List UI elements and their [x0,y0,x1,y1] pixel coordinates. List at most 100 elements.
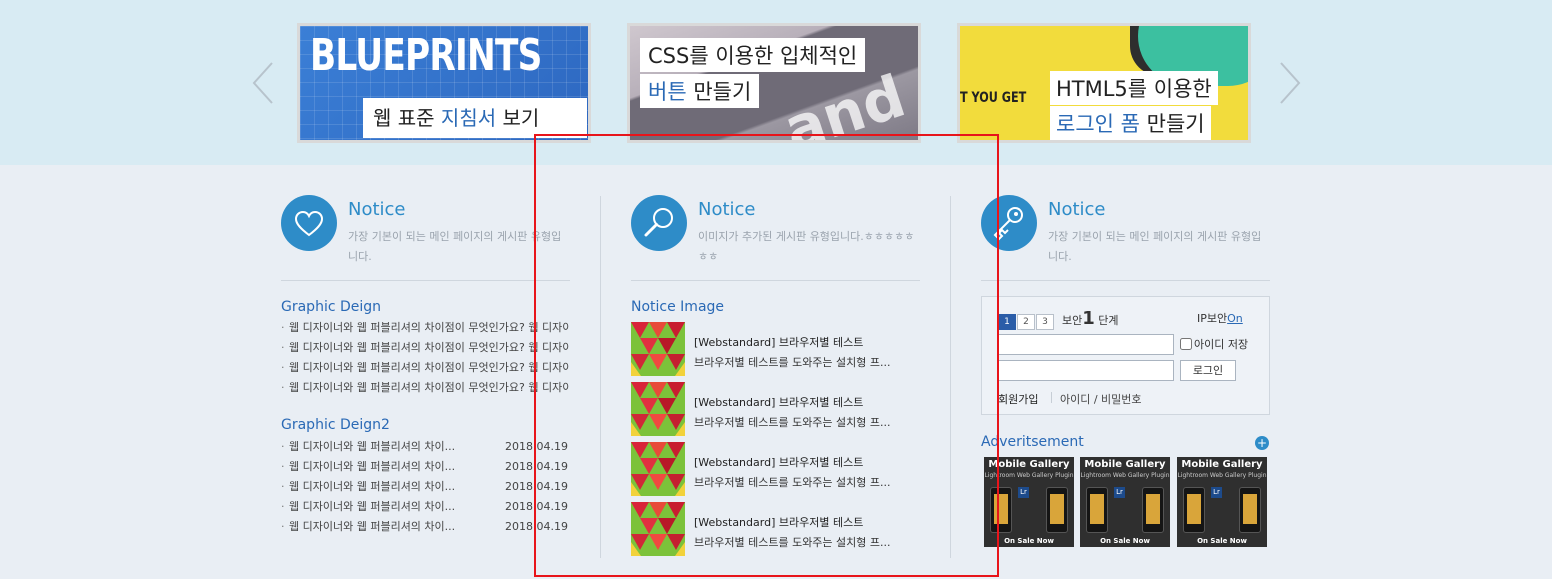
phone-image [990,487,1012,533]
list-item-text: 웹 디자이너와 웹 퍼블리셔의 차이점이 무엇인가요? 웹 디자이너와 웹 퍼블… [289,321,570,334]
ad-sale-text: On Sale Now [1197,537,1247,545]
ad-subtitle: Lightroom Web Gallery Plugin [984,472,1074,479]
chevron-left-icon [252,62,273,104]
post-desc: 브라우저별 테스트를 도와주는 설치형 프... [694,536,891,549]
ad-title: Mobile Gallery [988,459,1070,470]
join-link[interactable]: 회원가입 [998,391,1038,407]
slide-title: BLUEPRINTS [310,30,542,81]
list-item-date: 2018.04.19 [505,500,568,513]
heart-icon [281,195,337,251]
image-list-item[interactable]: [Webstandard] 브라우저별 테스트 브라우저별 테스트를 도와주는 … [631,502,921,556]
list-item[interactable]: ·웹 디자이너와 웹 퍼블리셔의 차이점이 무엇인가요? 웹 디자이너와 웹 퍼… [281,318,570,338]
caption-text-end: 만들기 [686,80,752,104]
post-thumbnail [631,382,685,436]
post-thumbnail [631,442,685,496]
ad-subtitle: Lightroom Web Gallery Plugin [1177,472,1267,479]
post-list: ·웹 디자이너와 웹 퍼블리셔의 차이점이 무엇인가요? 웹 디자이너와 웹 퍼… [281,318,570,398]
list-item[interactable]: · 웹 디자이너와 웹 퍼블리셔의 차이... 2018.04.19 [281,517,570,537]
notice-desc: 이미지가 추가된 게시판 유형입니다.ㅎㅎㅎㅎㅎㅎㅎ [698,230,915,263]
section-title[interactable]: Notice Image [631,299,724,315]
ip-security: IP보안On [1197,310,1243,326]
ad-title: Mobile Gallery [1181,459,1263,470]
security-step-2[interactable]: 2 [1017,314,1035,330]
caption-text: 웹 표준 [373,106,441,130]
slide-blueprints[interactable]: BLUEPRINTS 웹 표준 지침서 보기 [297,23,591,143]
post-title: [Webstandard] 브라우저별 테스트 [694,336,864,349]
slider-next-arrow[interactable] [1277,60,1303,106]
list-item[interactable]: · 웹 디자이너와 웹 퍼블리셔의 차이... 2018.04.19 [281,437,570,457]
security-level-value: 1 [1082,308,1095,329]
column-divider [600,196,601,558]
lightroom-icon: Lr [1114,487,1125,498]
list-item[interactable]: · 웹 디자이너와 웹 퍼블리셔의 차이... 2018.04.19 [281,477,570,497]
phone-image [1183,487,1205,533]
notice-title[interactable]: Notice [348,199,406,220]
notice-title[interactable]: Notice [1048,199,1106,220]
slide-caption-line2: 로그인 폼 만들기 [1050,106,1211,140]
caption-accent: 버튼 [648,80,687,104]
security-step-3[interactable]: 3 [1036,314,1054,330]
list-item[interactable]: ·웹 디자이너와 웹 퍼블리셔의 차이점이 무엇인가요? 웹 디자이너와 웹 퍼… [281,378,570,398]
phone-image [1086,487,1108,533]
list-item-text: 웹 디자이너와 웹 퍼블리셔의 차이점이 무엇인가요? 웹 디자이너와 웹 퍼블… [289,381,570,394]
ad-banner[interactable]: Mobile Gallery Lightroom Web Gallery Plu… [984,457,1074,547]
image-list-item[interactable]: [Webstandard] 브라우저별 테스트 브라우저별 테스트를 도와주는 … [631,382,921,436]
chevron-right-icon [1280,62,1301,104]
slide-html5-login[interactable]: T YOU GET HTML5를 이용한 로그인 폼 만들기 [957,23,1251,143]
security-level: 보안1 단계 [1062,308,1119,329]
post-title: [Webstandard] 브라우저별 테스트 [694,396,864,409]
post-thumbnail [631,322,685,376]
divider [281,280,570,281]
lightroom-icon: Lr [1018,487,1029,498]
notice-desc: 가장 기본이 되는 메인 페이지의 게시판 유형입니다. [348,230,562,263]
list-item-text: 웹 디자이너와 웹 퍼블리셔의 차이... [289,520,456,533]
list-item-date: 2018.04.19 [505,520,568,533]
notice-title[interactable]: Notice [698,199,756,220]
ad-banner[interactable]: Mobile Gallery Lightroom Web Gallery Plu… [1080,457,1170,547]
ad-title: Mobile Gallery [1084,459,1166,470]
list-item[interactable]: · 웹 디자이너와 웹 퍼블리셔의 차이... 2018.04.19 [281,497,570,517]
security-suffix: 단계 [1098,314,1119,327]
caption-text-end: 만들기 [1139,112,1205,136]
slide-css-buttons[interactable]: and inte CSS를 이용한 입체적인 버튼 만들기 [627,23,921,143]
section-title[interactable]: Graphic Deign [281,299,381,315]
slide-caption-line1: CSS를 이용한 입체적인 [640,38,866,72]
caption-accent: 로그인 폼 [1056,112,1140,136]
advertisement-title: Adveritsement [981,434,1084,450]
slider-prev-arrow[interactable] [250,60,276,106]
post-thumbnail [631,502,685,556]
ad-banner[interactable]: Mobile Gallery Lightroom Web Gallery Plu… [1177,457,1267,547]
phone-image [1239,487,1261,533]
ad-sale-text: On Sale Now [1100,537,1150,545]
list-item-date: 2018.04.19 [505,460,568,473]
find-account-link[interactable]: 아이디 / 비밀번호 [1060,391,1142,407]
section-title[interactable]: Graphic Deign2 [281,417,390,433]
key-icon [981,195,1037,251]
password-input[interactable] [998,360,1174,381]
phone-image [1142,487,1164,533]
user-id-input[interactable] [998,334,1174,355]
magnifier-icon [631,195,687,251]
list-item-text: 웹 디자이너와 웹 퍼블리셔의 차이... [289,500,456,513]
image-list-item[interactable]: [Webstandard] 브라우저별 테스트 브라우저별 테스트를 도와주는 … [631,442,921,496]
login-button[interactable]: 로그인 [1180,360,1236,381]
post-title: [Webstandard] 브라우저별 테스트 [694,456,864,469]
link-separator [1051,392,1052,403]
caption-text-end: 보기 [496,106,540,130]
slide-caption-line2: 버튼 만들기 [640,74,760,108]
post-title: [Webstandard] 브라우저별 테스트 [694,516,864,529]
remember-id-checkbox[interactable] [1180,338,1192,350]
security-step-1[interactable]: 1 [998,314,1016,330]
list-item-date: 2018.04.19 [505,480,568,493]
ad-sale-text: On Sale Now [1004,537,1054,545]
list-item[interactable]: ·웹 디자이너와 웹 퍼블리셔의 차이점이 무엇인가요? 웹 디자이너와 웹 퍼… [281,358,570,378]
image-list-item[interactable]: [Webstandard] 브라우저별 테스트 브라우저별 테스트를 도와주는 … [631,322,921,376]
remember-id[interactable]: 아이디 저장 [1180,336,1248,352]
list-item-date: 2018.04.19 [505,440,568,453]
ip-security-toggle[interactable]: On [1227,312,1243,325]
security-prefix: 보안 [1062,314,1083,327]
plus-icon[interactable]: + [1255,436,1269,450]
slide-caption-line1: HTML5를 이용한 [1050,71,1218,105]
list-item[interactable]: · 웹 디자이너와 웹 퍼블리셔의 차이... 2018.04.19 [281,457,570,477]
list-item[interactable]: ·웹 디자이너와 웹 퍼블리셔의 차이점이 무엇인가요? 웹 디자이너와 웹 퍼… [281,338,570,358]
